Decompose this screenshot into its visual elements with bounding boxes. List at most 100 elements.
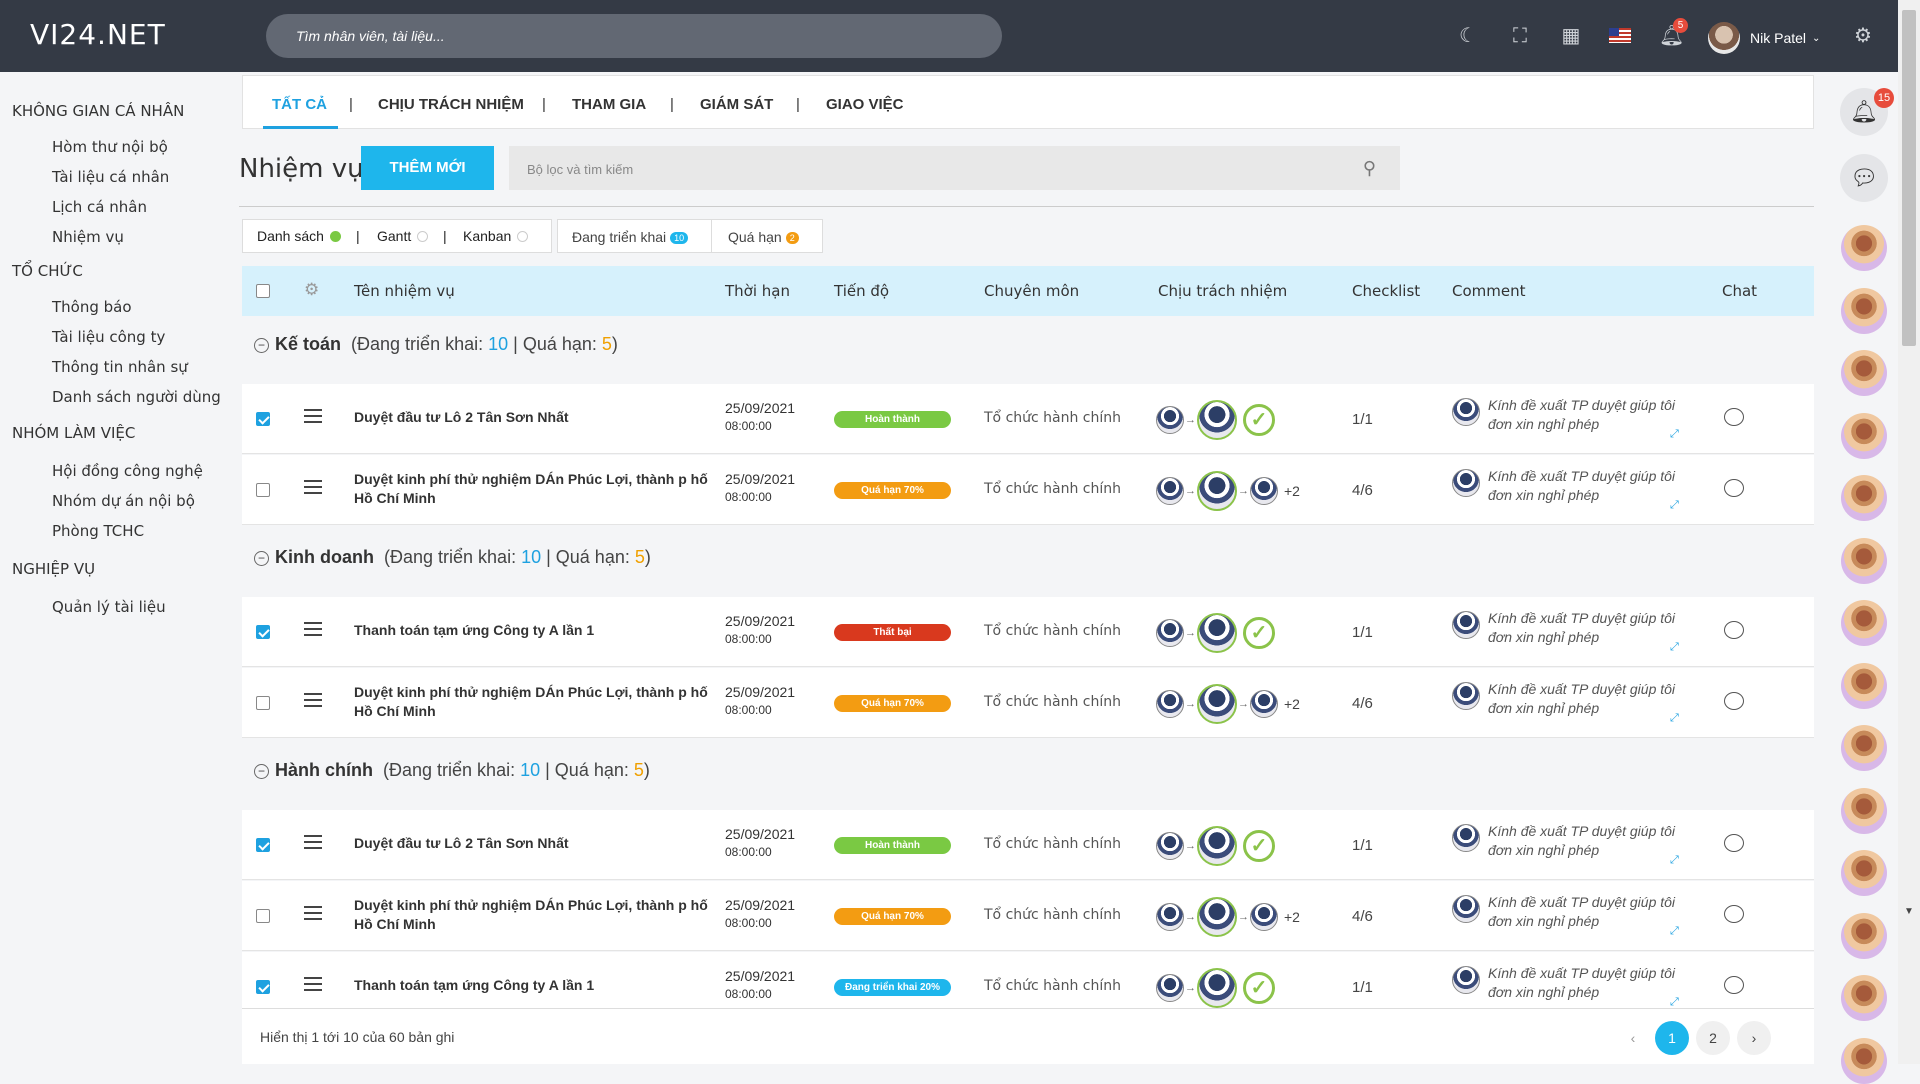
row-checkbox[interactable] (256, 412, 270, 426)
header-chat[interactable]: Chat (1722, 282, 1757, 300)
expand-icon[interactable]: ⤢ (1670, 428, 1679, 441)
assigner-avatar[interactable] (1156, 903, 1184, 931)
responsible-people[interactable]: → ✓ (1156, 613, 1275, 653)
chat-icon[interactable] (1724, 834, 1744, 852)
row-checkbox[interactable] (256, 696, 270, 710)
responsible-people[interactable]: → → +2 (1156, 684, 1300, 724)
assigner-avatar[interactable] (1156, 619, 1184, 647)
task-name[interactable]: Duyệt kinh phí thử nghiệm DÁn Phúc Lợi, … (354, 683, 714, 721)
task-name[interactable]: Duyệt đầu tư Lô 2 Tân Sơn Nhất (354, 408, 714, 427)
page-scrollbar[interactable]: ▼ (1898, 0, 1920, 1064)
add-new-button[interactable]: THÊM MỚI (361, 146, 494, 190)
sidebar-item-personal-docs[interactable]: Tài liệu cá nhân (52, 168, 169, 186)
drag-handle-icon[interactable] (304, 409, 322, 423)
task-name[interactable]: Duyệt đầu tư Lô 2 Tân Sơn Nhất (354, 834, 714, 853)
sidebar-item-doc-management[interactable]: Quản lý tài liệu (52, 598, 166, 616)
header-deadline[interactable]: Thời hạn (725, 282, 790, 300)
responsible-people[interactable]: → ✓ (1156, 968, 1275, 1008)
contact-avatar[interactable] (1841, 412, 1887, 459)
chat-icon[interactable] (1724, 905, 1744, 923)
assigner-avatar[interactable] (1156, 974, 1184, 1002)
expand-icon[interactable]: ⤢ (1670, 925, 1679, 938)
tab-assign[interactable]: GIAO VIỆC (826, 96, 904, 113)
scroll-down-arrow-icon[interactable]: ▼ (1904, 906, 1914, 917)
task-name[interactable]: Duyệt kinh phí thử nghiệm DÁn Phúc Lợi, … (354, 470, 714, 508)
header-comment[interactable]: Comment (1452, 282, 1526, 300)
drag-handle-icon[interactable] (304, 480, 322, 494)
contact-avatar[interactable] (1841, 787, 1887, 834)
chat-icon[interactable] (1724, 408, 1744, 426)
task-name[interactable]: Thanh toán tạm ứng Công ty A lần 1 (354, 976, 714, 995)
drag-handle-icon[interactable] (304, 622, 322, 636)
more-participants[interactable]: +2 (1284, 696, 1300, 712)
status-active-filter[interactable]: Đang triển khai 10 (572, 229, 689, 245)
responsible-people[interactable]: → → +2 (1156, 471, 1300, 511)
checklist-count[interactable]: 4/6 (1352, 908, 1373, 925)
expand-icon[interactable]: ⤢ (1670, 641, 1679, 654)
owner-avatar[interactable] (1197, 471, 1237, 511)
us-flag-icon[interactable] (1609, 28, 1631, 43)
latest-comment[interactable]: Kính đề xuất TP duyệt giúp tôi đơn xin n… (1452, 680, 1682, 724)
more-participants[interactable]: +2 (1284, 483, 1300, 499)
contact-avatar[interactable] (1841, 725, 1887, 771)
checklist-count[interactable]: 1/1 (1352, 624, 1373, 641)
checklist-count[interactable]: 4/6 (1352, 482, 1373, 499)
latest-comment[interactable]: Kính đề xuất TP duyệt giúp tôi đơn xin n… (1452, 964, 1682, 1008)
sidebar-item-tasks[interactable]: Nhiệm vụ (52, 228, 124, 246)
table-row[interactable]: Duyệt kinh phí thử nghiệm DÁn Phúc Lợi, … (242, 668, 1814, 738)
contact-avatar[interactable] (1841, 662, 1887, 709)
column-settings-gear-icon[interactable]: ⚙ (304, 280, 319, 300)
contact-avatar[interactable] (1841, 850, 1887, 896)
tab-responsible[interactable]: CHỊU TRÁCH NHIỆM (378, 96, 524, 113)
assigner-avatar[interactable] (1156, 477, 1184, 505)
owner-avatar[interactable] (1197, 400, 1237, 440)
row-checkbox[interactable] (256, 483, 270, 497)
owner-avatar[interactable] (1197, 826, 1237, 866)
assigner-avatar[interactable] (1156, 690, 1184, 718)
contact-avatar[interactable] (1841, 225, 1887, 271)
row-checkbox[interactable] (256, 980, 270, 994)
sidebar-item-tchc-dept[interactable]: Phòng TCHC (52, 522, 144, 540)
contact-avatar[interactable] (1841, 287, 1887, 334)
contact-avatar[interactable] (1841, 537, 1887, 584)
latest-comment[interactable]: Kính đề xuất TP duyệt giúp tôi đơn xin n… (1452, 467, 1682, 511)
header-responsible[interactable]: Chịu trách nhiệm (1158, 282, 1287, 300)
select-all-checkbox[interactable] (256, 284, 270, 298)
sidebar-item-company-docs[interactable]: Tài liệu công ty (52, 328, 165, 346)
next-page-button[interactable]: › (1737, 1021, 1771, 1055)
header-checklist[interactable]: Checklist (1352, 282, 1420, 300)
sidebar-item-user-list[interactable]: Danh sách người dùng (52, 388, 221, 406)
drag-handle-icon[interactable] (304, 693, 322, 707)
dark-mode-icon[interactable]: ☾ (1456, 24, 1480, 48)
user-menu[interactable]: Nik Patel ⌄ (1708, 22, 1820, 54)
filter-search-input[interactable]: Bộ lọc và tìm kiếm ⚲ (509, 146, 1400, 190)
header-specialty[interactable]: Chuyên môn (984, 282, 1079, 300)
tab-all[interactable]: TẤT CẢ (272, 96, 327, 113)
page-button-1[interactable]: 1 (1655, 1021, 1689, 1055)
owner-avatar[interactable] (1197, 613, 1237, 653)
latest-comment[interactable]: Kính đề xuất TP duyệt giúp tôi đơn xin n… (1452, 893, 1682, 937)
sidebar-item-announcements[interactable]: Thông báo (52, 298, 132, 316)
owner-avatar[interactable] (1197, 968, 1237, 1008)
participant-avatar[interactable] (1250, 903, 1278, 931)
participant-avatar[interactable] (1250, 477, 1278, 505)
contact-avatar[interactable] (1841, 475, 1887, 521)
more-participants[interactable]: +2 (1284, 909, 1300, 925)
contact-avatar[interactable] (1841, 350, 1887, 396)
contact-avatar[interactable] (1841, 1037, 1887, 1084)
app-logo[interactable]: VI24.NET (30, 18, 166, 51)
scrollbar-thumb[interactable] (1902, 10, 1916, 346)
chat-icon[interactable] (1724, 479, 1744, 497)
contact-avatar[interactable] (1841, 600, 1887, 646)
owner-avatar[interactable] (1197, 897, 1237, 937)
contact-avatar[interactable] (1841, 912, 1887, 959)
header-progress[interactable]: Tiến độ (834, 282, 889, 300)
table-row[interactable]: Duyệt đầu tư Lô 2 Tân Sơn Nhất 25/09/202… (242, 810, 1814, 880)
responsible-people[interactable]: → ✓ (1156, 826, 1275, 866)
chat-icon[interactable] (1724, 621, 1744, 639)
task-name[interactable]: Thanh toán tạm ứng Công ty A lần 1 (354, 621, 714, 640)
latest-comment[interactable]: Kính đề xuất TP duyệt giúp tôi đơn xin n… (1452, 609, 1682, 653)
prev-page-button[interactable]: ‹ (1616, 1021, 1650, 1055)
row-checkbox[interactable] (256, 625, 270, 639)
collapse-icon[interactable]: − (254, 338, 269, 353)
